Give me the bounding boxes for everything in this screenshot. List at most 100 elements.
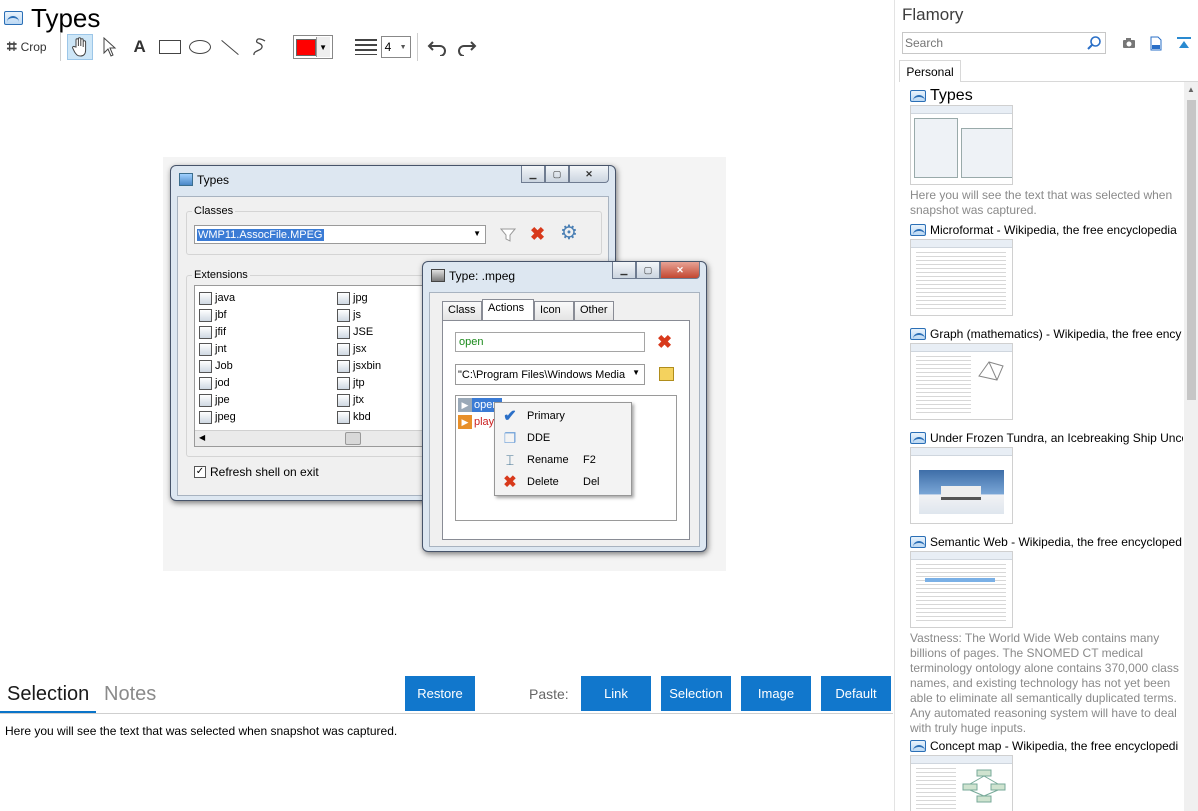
document-icon <box>1150 36 1162 50</box>
list-item[interactable]: Graph (mathematics) - Wikipedia, the fre… <box>910 325 1181 420</box>
thumbnail-bar <box>911 240 1012 248</box>
extension-item: jbf <box>199 307 227 323</box>
toolbar-divider <box>416 33 418 61</box>
rectangle-tool-button[interactable] <box>157 34 183 60</box>
thumbnail-text <box>916 564 1006 624</box>
tab-icon-label: Icon <box>540 304 561 316</box>
snapshot-image[interactable]: Types ▁ ▢ ✕ Classes WMP11.AssocFile.MPEG… <box>163 157 726 571</box>
extension-item: jod <box>199 375 230 391</box>
menu-item-label: Primary <box>527 410 565 422</box>
camera-button[interactable] <box>1119 34 1139 52</box>
color-picker[interactable]: ▼ <box>292 35 333 59</box>
extension-item: Job <box>199 358 233 374</box>
extension-item: java <box>199 290 235 306</box>
list-item[interactable]: Under Frozen Tundra, an Icebreaking Ship… <box>910 429 1183 524</box>
extension-label: kbd <box>353 411 371 423</box>
ellipse-tool-button[interactable] <box>187 34 213 60</box>
tab-personal[interactable]: Personal <box>899 60 961 82</box>
script-file-icon <box>337 325 350 339</box>
extension-item: jtp <box>337 375 365 391</box>
extension-label: jtx <box>353 394 364 406</box>
extension-label: jpeg <box>215 411 236 423</box>
extension-label: jbf <box>215 309 227 321</box>
redo-button[interactable] <box>454 34 480 60</box>
thumbnail-text <box>916 252 1006 312</box>
command-value: "C:\Program Files\Windows Media <box>458 368 626 381</box>
minimize-icon: ▁ <box>521 166 545 183</box>
close-icon: ✕ <box>660 262 700 279</box>
pointer-tool-button[interactable] <box>97 34 123 60</box>
paste-image-button[interactable]: Image <box>741 676 811 711</box>
extension-item: JSE <box>337 324 373 340</box>
color-swatch <box>295 38 316 56</box>
new-note-button[interactable] <box>1146 34 1166 52</box>
selection-text[interactable]: Here you will see the text that was sele… <box>5 724 397 738</box>
paste-link-button[interactable]: Link <box>581 676 651 711</box>
annotation-toolbar: ⌗ Crop A ▼ 4 ▼ <box>4 32 484 62</box>
chevron-down-icon: ▼ <box>473 229 481 238</box>
chevron-up-icon: ▲ <box>1187 85 1195 94</box>
crop-button[interactable]: ⌗ Crop <box>4 34 50 60</box>
list-item[interactable]: Concept map - Wikipedia, the free encycl… <box>910 737 1178 811</box>
tab-notes[interactable]: Notes <box>104 683 156 706</box>
list-item-description: Vastness: The World Wide Web contains ma… <box>910 631 1179 735</box>
line-width-icon <box>354 39 377 55</box>
list-item-title: Semantic Web - Wikipedia, the free encyc… <box>930 535 1182 549</box>
classes-label: Classes <box>192 205 236 217</box>
list-item[interactable]: Types Here you will see the text that wa… <box>910 87 1180 218</box>
paste-selection-button[interactable]: Selection <box>661 676 731 711</box>
sidebar-scrollbar[interactable]: ▲ <box>1184 82 1198 811</box>
undo-button[interactable] <box>424 34 450 60</box>
list-item-title: Under Frozen Tundra, an Icebreaking Ship… <box>930 431 1183 445</box>
types-window-icon <box>179 173 193 186</box>
extension-item: jsxbin <box>337 358 381 374</box>
flamory-logo-icon <box>4 11 23 25</box>
context-menu: ✔ Primary ❐ DDE ⌶ Rename F2 ✖ Delete Del <box>494 402 632 496</box>
graph-diagram-icon <box>978 361 1004 381</box>
extension-item: jpe <box>199 392 230 408</box>
list-item[interactable]: Microformat - Wikipedia, the free encycl… <box>910 221 1177 316</box>
crop-icon: ⌗ <box>7 37 17 56</box>
search-box <box>902 32 1106 54</box>
freehand-tool-button[interactable] <box>247 34 273 60</box>
undo-icon <box>427 41 446 56</box>
line-width-select[interactable]: 4 ▼ <box>380 36 411 58</box>
menu-item-label: Delete <box>527 476 559 488</box>
list-item-title: Microformat - Wikipedia, the free encycl… <box>930 223 1177 237</box>
tab-other-label: Other <box>580 304 608 316</box>
thumbnail-highlight <box>925 578 995 582</box>
toolbar-divider <box>283 33 287 61</box>
restore-button[interactable]: Restore <box>405 676 475 711</box>
search-input[interactable] <box>903 33 1083 53</box>
line-width-button[interactable] <box>353 34 379 60</box>
type-window-icon <box>431 269 445 282</box>
text-tool-button[interactable]: A <box>127 34 153 60</box>
extension-label: jod <box>215 377 230 389</box>
menu-item-delete: ✖ Delete Del <box>495 471 629 493</box>
chevron-down-icon: ▼ <box>315 37 330 57</box>
list-item-header: Concept map - Wikipedia, the free encycl… <box>910 737 1178 755</box>
scroll-thumb[interactable] <box>1187 100 1196 400</box>
tab-selection[interactable]: Selection <box>7 683 89 706</box>
list-item-header: Graph (mathematics) - Wikipedia, the fre… <box>910 325 1181 343</box>
play-icon: ▶ <box>458 398 472 412</box>
hand-tool-button[interactable] <box>66 34 93 60</box>
toolbar-divider <box>59 33 61 61</box>
gear-icon: ⚙ <box>560 222 578 244</box>
search-icon[interactable] <box>1086 35 1102 51</box>
list-item[interactable]: Semantic Web - Wikipedia, the free encyc… <box>910 533 1182 736</box>
title-row: Types <box>4 3 100 33</box>
file-icon <box>199 342 212 356</box>
collapse-button[interactable] <box>1174 34 1194 52</box>
scroll-thumb <box>345 432 361 445</box>
list-item-header: Microformat - Wikipedia, the free encycl… <box>910 221 1177 239</box>
extension-label: js <box>353 309 361 321</box>
flamory-logo-icon <box>910 536 926 548</box>
command-select: "C:\Program Files\Windows Media ▼ <box>455 364 645 385</box>
file-icon <box>199 359 212 373</box>
close-icon: ✕ <box>569 166 609 183</box>
menu-item-label: DDE <box>527 432 551 444</box>
rename-icon: ⌶ <box>505 451 515 468</box>
paste-default-button[interactable]: Default <box>821 676 891 711</box>
line-tool-button[interactable] <box>217 34 243 60</box>
